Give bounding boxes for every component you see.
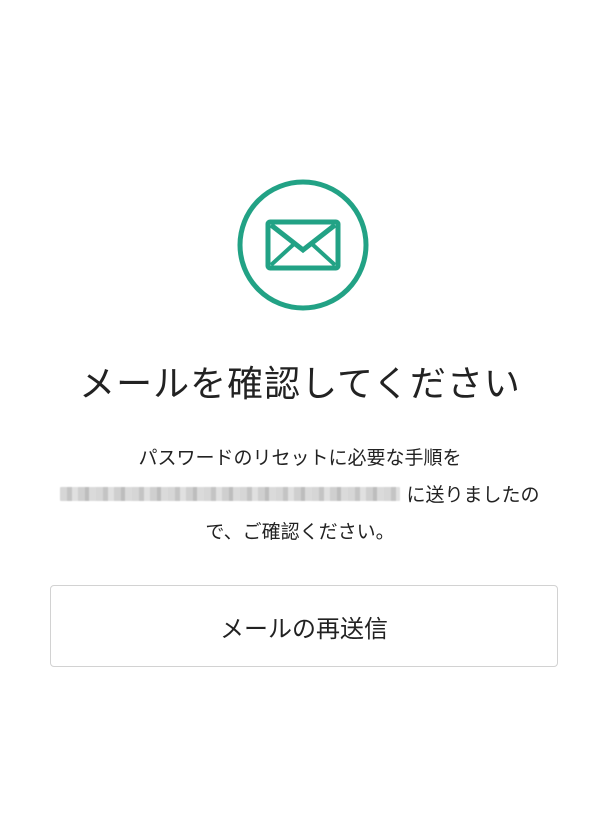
page-title: メールを確認してください (79, 364, 521, 405)
mail-icon-badge (236, 178, 370, 312)
resend-email-button[interactable]: メールの再送信 (50, 585, 558, 667)
message-line-2-suffix: に送りましたの (406, 484, 540, 506)
message-line-2: に送りましたの (40, 477, 560, 514)
instruction-message: パスワードのリセットに必要な手順を に送りましたの で、ご確認ください。 (40, 440, 560, 551)
message-line-1: パスワードのリセットに必要な手順を (138, 447, 462, 469)
masked-email-address (60, 486, 401, 501)
message-line-3: で、ご確認ください。 (205, 521, 395, 543)
envelope-icon (237, 179, 369, 311)
